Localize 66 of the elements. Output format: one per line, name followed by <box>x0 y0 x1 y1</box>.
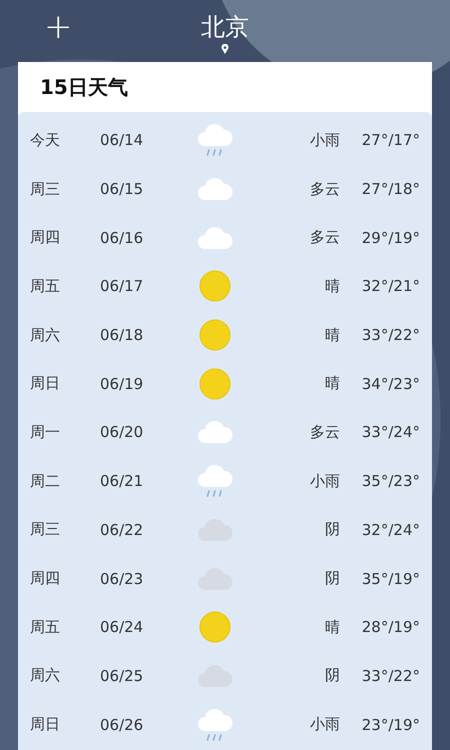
temperature-range: 35°/23° <box>360 472 420 490</box>
date-label: 06/22 <box>100 520 144 539</box>
temperature-range: 35°/19° <box>360 570 420 588</box>
condition-label: 阴 <box>324 569 340 588</box>
temperature-range: 28°/19° <box>360 618 420 636</box>
day-label: 今天 <box>30 130 61 150</box>
day-label: 周六 <box>30 326 61 345</box>
rain-cloud-icon <box>197 706 233 743</box>
temperature-range: 33°/22° <box>360 326 420 344</box>
cloud-icon <box>197 420 233 444</box>
date-label: 06/14 <box>100 131 144 150</box>
sun-icon <box>199 611 231 644</box>
temperature-range: 23°/19° <box>360 716 420 734</box>
sun-icon <box>199 368 231 400</box>
condition-label: 小雨 <box>309 472 340 491</box>
card-title: 15日天气 <box>39 74 129 100</box>
condition-label: 晴 <box>324 276 340 296</box>
day-label: 周五 <box>30 618 61 637</box>
temperature-range: 27°/17° <box>360 131 420 150</box>
condition-label: 小雨 <box>309 130 340 150</box>
date-label: 06/18 <box>100 326 144 344</box>
day-label: 周一 <box>30 422 61 442</box>
date-label: 06/25 <box>100 666 144 685</box>
day-label: 周日 <box>30 374 61 394</box>
date-label: 06/20 <box>100 423 144 442</box>
temperature-range: 32°/21° <box>360 277 420 296</box>
city-name: 北京 <box>201 12 249 43</box>
condition-label: 阴 <box>324 520 340 540</box>
add-button[interactable]: + <box>40 8 76 46</box>
temperature-range: 29°/19° <box>360 228 420 247</box>
condition-label: 晴 <box>324 374 340 394</box>
date-label: 06/23 <box>100 570 144 588</box>
condition-label: 晴 <box>324 326 340 345</box>
condition-label: 多云 <box>309 228 340 248</box>
cloud-icon <box>197 177 233 202</box>
temperature-range: 34°/23° <box>360 374 420 393</box>
sun-icon <box>199 270 231 302</box>
date-label: 06/15 <box>100 180 144 198</box>
temperature-range: 33°/24° <box>360 423 420 442</box>
temperature-range: 32°/24° <box>360 520 420 539</box>
date-label: 06/19 <box>100 374 144 393</box>
rain-cloud-icon <box>197 463 233 500</box>
rain-cloud-icon <box>197 122 233 158</box>
day-label: 周四 <box>30 228 61 248</box>
condition-label: 小雨 <box>309 715 340 734</box>
cloud-icon <box>197 226 233 250</box>
temperature-range: 27°/18° <box>360 180 420 198</box>
location-pin-icon <box>221 44 229 54</box>
date-label: 06/26 <box>100 716 144 734</box>
day-label: 周四 <box>30 569 61 588</box>
date-label: 06/16 <box>100 228 144 247</box>
condition-label: 多云 <box>309 422 340 442</box>
day-label: 周六 <box>30 666 61 686</box>
condition-label: 晴 <box>324 618 340 637</box>
day-label: 周二 <box>30 472 61 491</box>
date-label: 06/24 <box>100 618 144 636</box>
day-label: 周五 <box>30 276 61 296</box>
day-label: 周三 <box>30 520 61 540</box>
temperature-range: 33°/22° <box>360 666 420 685</box>
condition-label: 阴 <box>324 666 340 686</box>
day-label: 周日 <box>30 715 61 734</box>
day-label: 周三 <box>30 180 61 199</box>
condition-label: 多云 <box>309 180 340 199</box>
date-label: 06/21 <box>100 472 144 490</box>
date-label: 06/17 <box>100 277 144 296</box>
sun-icon <box>199 319 231 352</box>
